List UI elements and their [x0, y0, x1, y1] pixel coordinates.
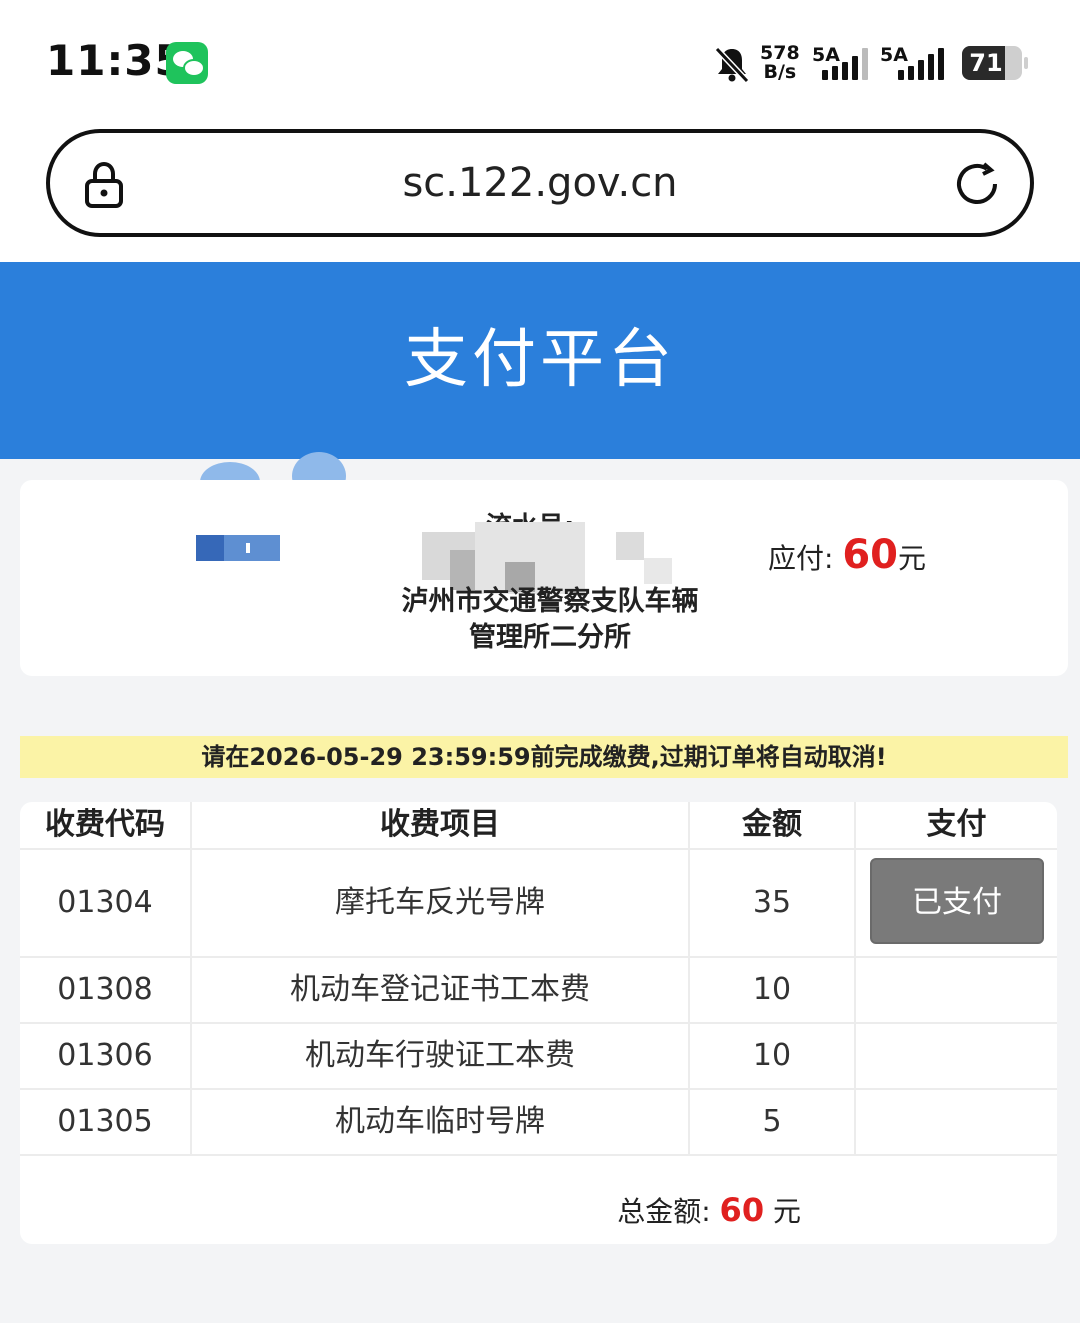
payment-deadline-notice: 请在2026-05-29 23:59:59前完成缴费,过期订单将自动取消!: [20, 736, 1068, 778]
network-speed-unit: B/s: [763, 61, 797, 83]
fee-item: 机动车行驶证工本费: [192, 1024, 690, 1088]
clock: 11:35: [46, 36, 185, 85]
payable-value: 60: [842, 532, 899, 578]
signal-sim2-icon: 5A: [880, 44, 944, 84]
total-unit: 元: [772, 1195, 801, 1228]
payable-unit: 元: [898, 542, 927, 575]
page-title: 支付平台: [404, 323, 676, 397]
fee-item: 摩托车反光号牌: [192, 850, 690, 956]
sim1-label: 5A: [812, 44, 840, 66]
header-pay: 支付: [926, 807, 987, 842]
battery-icon: 71: [962, 46, 1028, 80]
table-row: 01306 机动车行驶证工本费 10: [20, 1024, 1057, 1090]
fee-table: 收费代码 收费项目 金额 支付 01304 摩托车反光号牌 35 已支付 013…: [20, 802, 1057, 1244]
table-row: 01308 机动车登记证书工本费 10: [20, 958, 1057, 1024]
fee-code: 01304: [20, 850, 192, 956]
pay-cell: [856, 958, 1057, 1022]
total-label: 总金额:: [617, 1195, 711, 1228]
redacted-block: [616, 532, 644, 560]
bell-muted-icon: [714, 46, 750, 84]
fee-amount: 5: [690, 1090, 856, 1154]
fee-code: 01305: [20, 1090, 192, 1154]
header-code: 收费代码: [20, 802, 192, 848]
wechat-icon: [166, 42, 208, 84]
organization-name: 泸州市交通警察支队车辆管理所二分所: [401, 586, 699, 653]
status-bar: 11:35 578 B/s 5A 5A 71: [0, 0, 1080, 112]
sim2-label: 5A: [880, 44, 908, 66]
pay-cell: 已支付: [856, 850, 1057, 956]
signal-sim1-icon: 5A: [812, 44, 872, 84]
payable-label: 应付:: [768, 542, 834, 575]
blurred-logo: [196, 535, 280, 561]
total-amount: 总金额: 60 元: [617, 1190, 801, 1230]
pay-cell: [856, 1090, 1057, 1154]
url-text[interactable]: sc.122.gov.cn: [50, 133, 1030, 233]
total-value: 60: [719, 1191, 765, 1229]
pay-cell: [856, 1024, 1057, 1088]
redacted-block: [644, 558, 672, 584]
reload-icon[interactable]: [954, 161, 1000, 207]
network-speed: 578 B/s: [760, 44, 800, 82]
app-header: 支付平台: [0, 262, 1080, 459]
battery-level: 71: [969, 49, 1003, 77]
fee-item: 机动车登记证书工本费: [192, 958, 690, 1022]
browser-toolbar: sc.122.gov.cn: [0, 112, 1080, 262]
fee-amount: 10: [690, 958, 856, 1022]
fee-amount: 10: [690, 1024, 856, 1088]
fee-code: 01308: [20, 958, 192, 1022]
fee-code: 01306: [20, 1024, 192, 1088]
order-info-card: 流水号: 泸州市交通警察支队车辆管理所二分所 应付: 60元: [20, 480, 1068, 676]
fee-item: 机动车临时号牌: [192, 1090, 690, 1154]
table-header-row: 收费代码 收费项目 金额 支付: [20, 802, 1057, 850]
address-bar[interactable]: sc.122.gov.cn: [46, 129, 1034, 237]
paid-button[interactable]: 已支付: [870, 858, 1044, 944]
header-item: 收费项目: [192, 802, 690, 848]
payable-amount: 应付: 60元: [768, 532, 926, 578]
table-row: 01304 摩托车反光号牌 35 已支付: [20, 850, 1057, 958]
table-row: 01305 机动车临时号牌 5: [20, 1090, 1057, 1156]
fee-amount: 35: [690, 850, 856, 956]
header-amount: 金额: [690, 802, 856, 848]
